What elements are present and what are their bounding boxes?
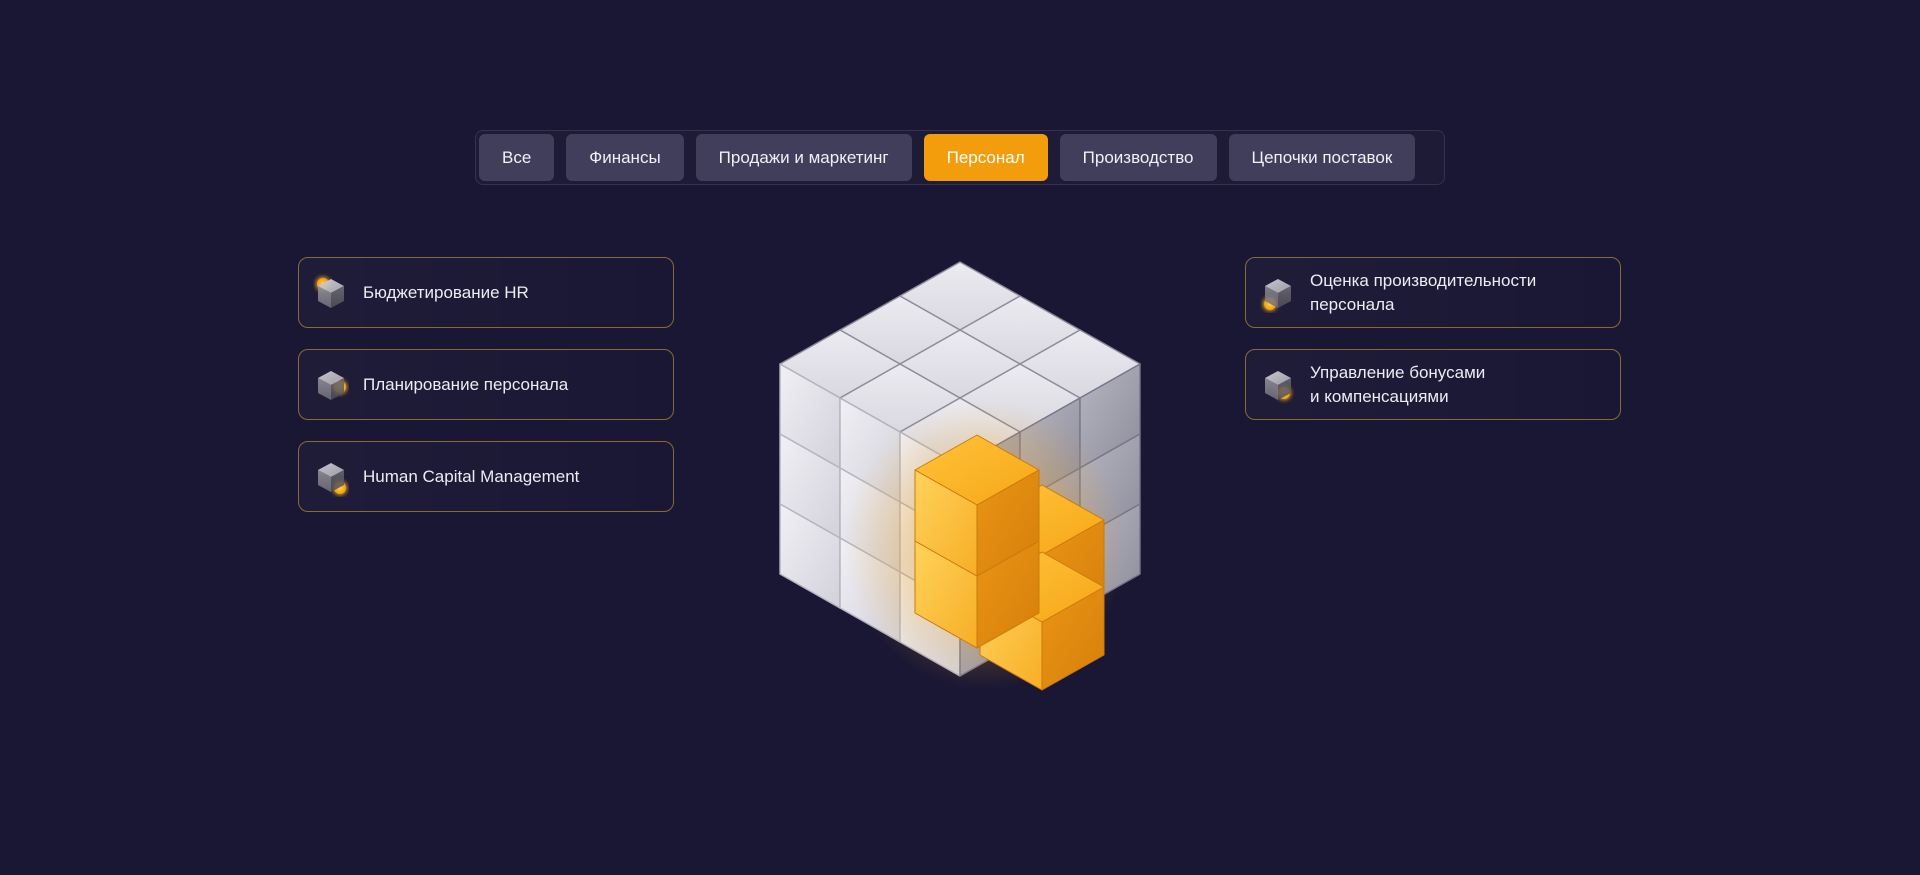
tab-sales-marketing[interactable]: Продажи и маркетинг bbox=[695, 134, 912, 181]
tab-finance[interactable]: Финансы bbox=[566, 134, 684, 181]
card-label-line1: Управление бонусами bbox=[1310, 362, 1486, 382]
cube-icon bbox=[318, 462, 347, 495]
card-human-capital-management[interactable]: Human Capital Management bbox=[298, 441, 674, 512]
card-hr-budgeting[interactable]: Бюджетирование HR bbox=[298, 257, 674, 328]
card-label: Планирование персонала bbox=[363, 374, 569, 394]
tab-all[interactable]: Все bbox=[479, 134, 555, 181]
cube-icon bbox=[1265, 370, 1291, 400]
card-label-line2: и компенсациями bbox=[1310, 386, 1449, 406]
tab-supply-chain[interactable]: Цепочки поставок bbox=[1228, 134, 1416, 181]
card-label: Human Capital Management bbox=[363, 466, 580, 486]
card-label-line2: персонала bbox=[1310, 294, 1395, 314]
card-label: Бюджетирование HR bbox=[363, 282, 529, 302]
card-label: Оценка производительности персонала bbox=[1310, 269, 1536, 317]
card-label: Управление бонусами и компенсациями bbox=[1310, 361, 1485, 409]
card-bonus-compensation[interactable]: Управление бонусами и компенсациями bbox=[1245, 349, 1621, 420]
tab-production[interactable]: Производство bbox=[1059, 134, 1217, 181]
cube-icon bbox=[1263, 278, 1291, 311]
cube-icon bbox=[318, 370, 347, 400]
cube-icon bbox=[316, 276, 344, 308]
tab-personnel[interactable]: Персонал bbox=[923, 134, 1048, 181]
card-performance-evaluation[interactable]: Оценка производительности персонала bbox=[1245, 257, 1621, 328]
card-workforce-planning[interactable]: Планирование персонала bbox=[298, 349, 674, 420]
cube-illustration bbox=[779, 261, 1141, 691]
card-label-line1: Оценка производительности bbox=[1310, 270, 1537, 290]
category-tabs: Все Финансы Продажи и маркетинг Персонал… bbox=[475, 130, 1445, 185]
page: Все Финансы Продажи и маркетинг Персонал… bbox=[0, 0, 1920, 875]
